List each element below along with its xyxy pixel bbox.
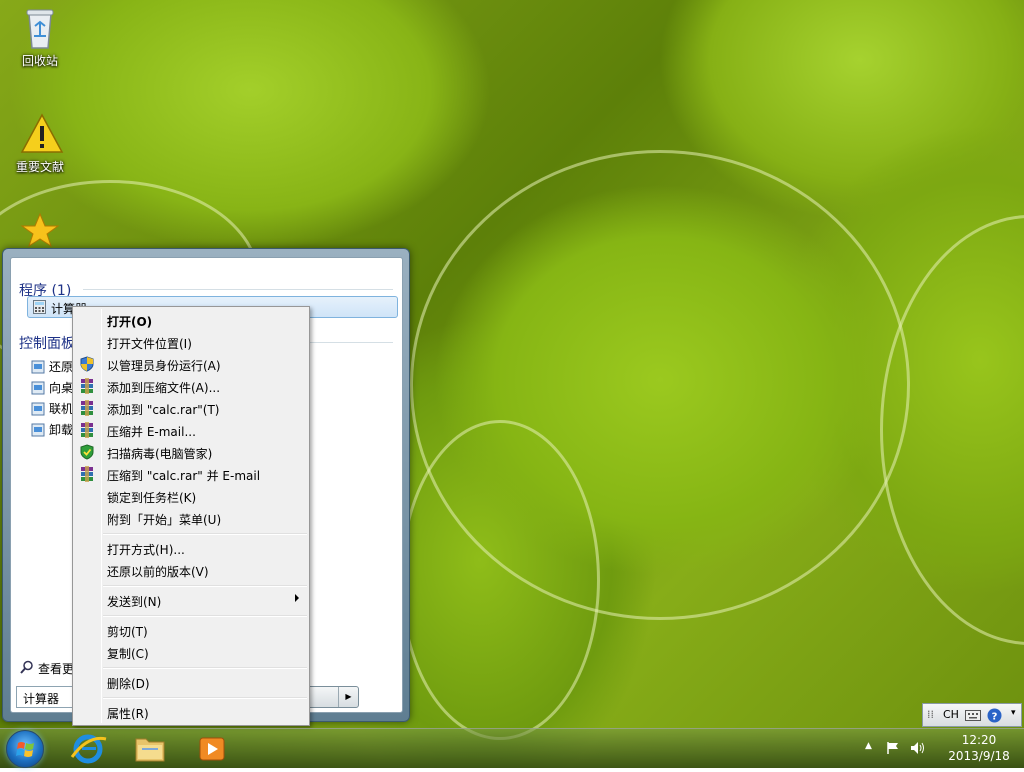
desktop-icon-recycle-bin[interactable]: 回收站 — [4, 6, 76, 69]
menu-item-label: 打开(O) — [107, 315, 153, 329]
menu-separator — [103, 585, 307, 587]
menu-item-cut[interactable]: 剪切(T) — [75, 619, 307, 641]
menu-item-send-to[interactable]: 发送到(N) — [75, 589, 307, 611]
shutdown-button[interactable]: ▶ — [303, 686, 359, 708]
desktop-icon-label: 重要文献 — [15, 160, 64, 174]
taskbar-internet-explorer[interactable] — [60, 731, 116, 767]
control-panel-icon — [31, 381, 45, 395]
menu-item-label: 添加到压缩文件(A)... — [107, 381, 221, 395]
winrar-icon — [81, 378, 93, 394]
control-panel-icon — [31, 423, 45, 437]
wallpaper-leaf — [400, 420, 600, 740]
menu-separator — [103, 533, 307, 535]
menu-item-properties[interactable]: 属性(R) — [75, 701, 307, 723]
menu-item-label: 属性(R) — [107, 707, 149, 721]
taskbar-file-explorer[interactable] — [122, 731, 178, 767]
action-center-flag-icon[interactable] — [886, 741, 900, 755]
menu-item-add-to-calc-rar[interactable]: 添加到 "calc.rar"(T) — [75, 397, 307, 419]
language-indicator[interactable]: CH — [943, 708, 959, 721]
menu-item-run-as-admin[interactable]: 以管理员身份运行(A) — [75, 353, 307, 375]
desktop-icon-label: 回收站 — [21, 54, 58, 68]
menu-item-delete[interactable]: 删除(D) — [75, 671, 307, 693]
menu-item-open[interactable]: 打开(O) — [75, 309, 307, 331]
menu-item-label: 删除(D) — [107, 677, 150, 691]
control-panel-result-label: 联机 — [49, 402, 74, 416]
menu-item-label: 压缩到 "calc.rar" 并 E-mail — [107, 469, 261, 483]
internet-explorer-icon — [70, 734, 107, 764]
submenu-arrow-icon — [295, 594, 299, 602]
wallpaper-leaf — [880, 215, 1024, 645]
control-panel-section-title: 控制面板 — [19, 336, 75, 352]
keyboard-icon[interactable] — [965, 710, 981, 721]
menu-item-add-to-archive[interactable]: 添加到压缩文件(A)... — [75, 375, 307, 397]
control-panel-result-label: 向桌 — [49, 381, 74, 395]
taskbar-media-player[interactable] — [184, 731, 240, 767]
control-panel-result-label: 还原 — [49, 360, 74, 374]
volume-icon[interactable] — [910, 741, 926, 755]
help-icon[interactable]: ? — [987, 708, 1002, 723]
section-divider — [83, 289, 393, 290]
winrar-icon — [81, 400, 93, 416]
warning-icon — [20, 112, 64, 156]
menu-item-label: 锁定到任务栏(K) — [107, 491, 197, 505]
language-bar-options-arrow[interactable]: ▾ — [1011, 708, 1016, 718]
uac-shield-icon — [80, 356, 94, 372]
clock-time: 12:20 — [961, 733, 997, 747]
menu-item-scan-virus[interactable]: 扫描病毒(电脑管家) — [75, 441, 307, 463]
windows-logo-icon — [16, 742, 34, 757]
menu-item-open-file-location[interactable]: 打开文件位置(I) — [75, 331, 307, 353]
menu-separator — [103, 667, 307, 669]
menu-item-pin-to-taskbar[interactable]: 锁定到任务栏(K) — [75, 485, 307, 507]
menu-item-open-with[interactable]: 打开方式(H)... — [75, 537, 307, 559]
menu-item-restore-previous-versions[interactable]: 还原以前的版本(V) — [75, 559, 307, 581]
control-panel-icon — [31, 402, 45, 416]
search-input-value: 计算器 — [23, 692, 60, 706]
menu-item-compress-and-email[interactable]: 压缩并 E-mail... — [75, 419, 307, 441]
context-menu: 打开(O) 打开文件位置(I) 以管理员身份运行(A) 添加到压缩文件(A)..… — [72, 306, 310, 726]
menu-separator — [103, 697, 307, 699]
control-panel-icon — [31, 360, 45, 374]
menu-item-pin-to-start-menu[interactable]: 附到「开始」菜单(U) — [75, 507, 307, 529]
language-bar-grip: ⁞⁞ — [927, 708, 934, 721]
menu-item-label: 复制(C) — [107, 647, 149, 661]
menu-item-label: 打开文件位置(I) — [107, 337, 192, 351]
menu-item-label: 剪切(T) — [107, 625, 148, 639]
taskbar: ▲ 12:20 2013/9/18 — [0, 728, 1024, 768]
menu-item-label: 以管理员身份运行(A) — [107, 359, 221, 373]
menu-item-label: 还原以前的版本(V) — [107, 565, 209, 579]
system-tray: ▲ 12:20 2013/9/18 — [856, 729, 1022, 769]
menu-item-label: 附到「开始」菜单(U) — [107, 513, 222, 527]
menu-item-label: 压缩并 E-mail... — [107, 425, 196, 439]
svg-text:?: ? — [992, 712, 998, 723]
menu-item-label: 扫描病毒(电脑管家) — [107, 447, 213, 461]
menu-separator — [103, 615, 307, 617]
winrar-icon — [81, 466, 93, 482]
menu-item-label: 发送到(N) — [107, 595, 162, 609]
clock[interactable]: 12:20 2013/9/18 — [938, 732, 1020, 764]
recycle-bin-icon — [20, 6, 60, 50]
search-icon — [20, 660, 33, 674]
media-player-icon — [199, 737, 225, 761]
control-panel-result-label: 卸载 — [49, 423, 74, 437]
winrar-icon — [81, 422, 93, 438]
shutdown-options-arrow[interactable]: ▶ — [338, 687, 358, 707]
menu-item-label: 打开方式(H)... — [107, 543, 185, 557]
antivirus-shield-icon — [80, 444, 94, 460]
calculator-icon — [33, 300, 46, 314]
desktop-icon-important-docs[interactable]: 重要文献 — [4, 112, 76, 175]
clock-date: 2013/9/18 — [948, 749, 1010, 763]
menu-item-copy[interactable]: 复制(C) — [75, 641, 307, 663]
folder-icon — [135, 738, 165, 762]
see-more-label: 查看更 — [38, 662, 75, 676]
show-hidden-icons-arrow[interactable]: ▲ — [865, 741, 872, 751]
language-bar: ⁞⁞ CH ? ▾ — [922, 703, 1022, 727]
start-button[interactable] — [6, 730, 44, 768]
menu-item-label: 添加到 "calc.rar"(T) — [107, 403, 220, 417]
menu-item-compress-calc-rar-email[interactable]: 压缩到 "calc.rar" 并 E-mail — [75, 463, 307, 485]
